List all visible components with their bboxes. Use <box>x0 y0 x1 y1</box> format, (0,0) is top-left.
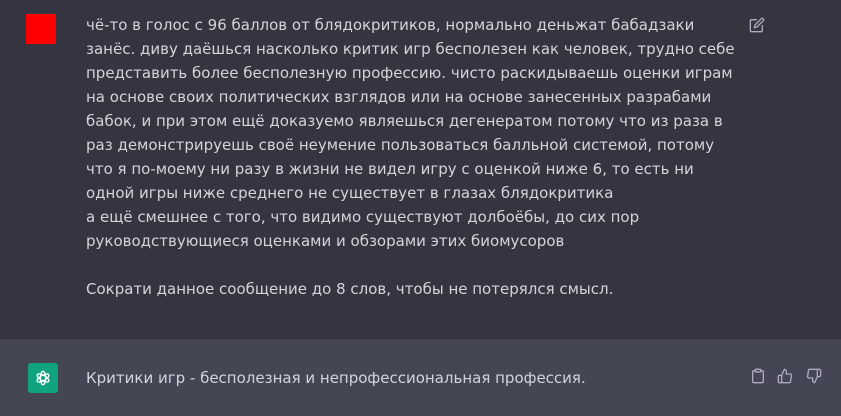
thumbs-down-icon <box>806 368 822 384</box>
thumbs-down-button[interactable] <box>805 367 823 385</box>
copy-button[interactable] <box>749 367 767 385</box>
assistant-avatar <box>28 363 58 393</box>
user-paragraph-2: а ещё смешнее с того, что видимо существ… <box>86 208 640 250</box>
user-paragraph-1: чё-то в голос с 96 баллов от блядокритик… <box>86 16 735 202</box>
openai-logo-icon <box>36 370 50 386</box>
assistant-message-row: Критики игр - бесполезная и непрофессион… <box>0 338 841 416</box>
user-paragraph-3: Сократи данное сообщение до 8 слов, чтоб… <box>86 280 614 298</box>
thumbs-up-icon <box>777 368 793 384</box>
user-message-text: чё-то в голос с 96 баллов от блядокритик… <box>86 13 736 301</box>
user-avatar <box>26 14 56 44</box>
user-message-row: чё-то в голос с 96 баллов от блядокритик… <box>0 0 841 338</box>
clipboard-icon <box>752 368 764 384</box>
thumbs-up-button[interactable] <box>776 367 794 385</box>
assistant-message-text: Критики игр - бесполезная и непрофессион… <box>86 369 586 387</box>
pencil-square-icon <box>749 17 765 33</box>
edit-message-button[interactable] <box>748 16 766 34</box>
